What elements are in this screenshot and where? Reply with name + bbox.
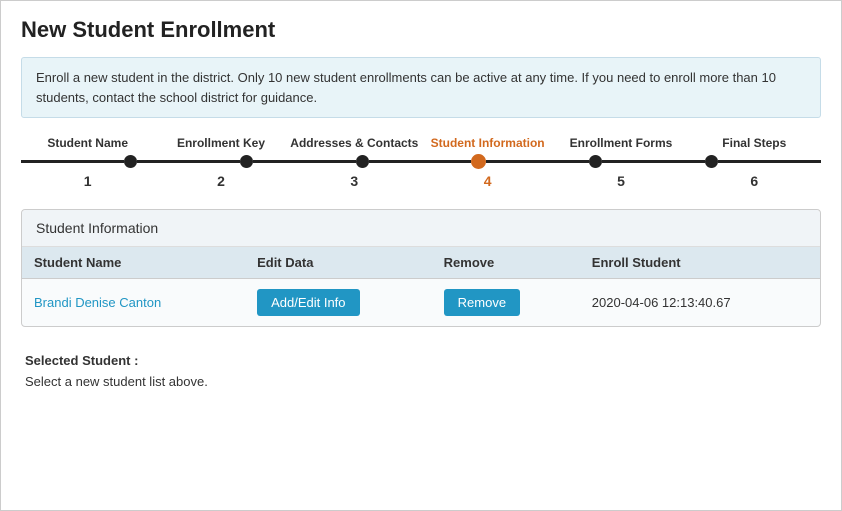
table-body: Brandi Denise Canton Add/Edit Info Remov… (22, 279, 820, 327)
cell-enroll-student: 2020-04-06 12:13:40.67 (580, 279, 820, 327)
step-number-5: 5 (554, 173, 687, 189)
cell-remove: Remove (432, 279, 580, 327)
selected-student-hint: Select a new student list above. (25, 374, 817, 389)
step-dot-4 (471, 154, 486, 169)
step-label-1[interactable]: Student Name (21, 136, 154, 150)
stepper-track (21, 154, 821, 169)
step-dot-2 (240, 155, 253, 168)
step-label-5[interactable]: Enrollment Forms (554, 136, 687, 150)
col-header-remove: Remove (432, 247, 580, 279)
step-number-4: 4 (421, 173, 554, 189)
stepper: Student Name Enrollment Key Addresses & … (21, 136, 821, 189)
cell-edit-data: Add/Edit Info (245, 279, 432, 327)
step-dot-5 (589, 155, 602, 168)
track-line-2-3 (253, 160, 356, 163)
stepper-labels: Student Name Enrollment Key Addresses & … (21, 136, 821, 150)
step-number-2: 2 (154, 173, 287, 189)
selected-student-section: Selected Student : Select a new student … (21, 343, 821, 393)
step-label-6[interactable]: Final Steps (688, 136, 821, 150)
page-container: New Student Enrollment Enroll a new stud… (0, 0, 842, 511)
step-number-1: 1 (21, 173, 154, 189)
track-line-5-6 (602, 160, 705, 163)
content-card-body: Student Name Edit Data Remove Enroll Stu… (22, 247, 820, 326)
track-line-3-4 (369, 160, 472, 163)
step-dot-6 (705, 155, 718, 168)
content-card: Student Information Student Name Edit Da… (21, 209, 821, 327)
stepper-numbers: 1 2 3 4 5 6 (21, 173, 821, 189)
step-dot-3 (356, 155, 369, 168)
track-line-after-6 (718, 160, 821, 163)
step-label-4[interactable]: Student Information (421, 136, 554, 150)
step-dot-1 (124, 155, 137, 168)
col-header-edit-data: Edit Data (245, 247, 432, 279)
step-label-3[interactable]: Addresses & Contacts (288, 136, 421, 150)
table-row: Brandi Denise Canton Add/Edit Info Remov… (22, 279, 820, 327)
table-header: Student Name Edit Data Remove Enroll Stu… (22, 247, 820, 279)
col-header-student-name: Student Name (22, 247, 245, 279)
student-table: Student Name Edit Data Remove Enroll Stu… (22, 247, 820, 326)
track-line-1-2 (137, 160, 240, 163)
cell-student-name: Brandi Denise Canton (22, 279, 245, 327)
step-number-6: 6 (688, 173, 821, 189)
remove-button[interactable]: Remove (444, 289, 520, 316)
step-number-3: 3 (288, 173, 421, 189)
track-line-before-1 (21, 160, 124, 163)
student-name-link[interactable]: Brandi Denise Canton (34, 295, 161, 310)
step-label-2[interactable]: Enrollment Key (154, 136, 287, 150)
col-header-enroll-student: Enroll Student (580, 247, 820, 279)
track-line-4-5 (486, 160, 589, 163)
info-banner: Enroll a new student in the district. On… (21, 57, 821, 118)
add-edit-info-button[interactable]: Add/Edit Info (257, 289, 359, 316)
selected-student-label: Selected Student : (25, 353, 817, 368)
content-card-header: Student Information (22, 210, 820, 247)
page-title: New Student Enrollment (21, 17, 821, 43)
